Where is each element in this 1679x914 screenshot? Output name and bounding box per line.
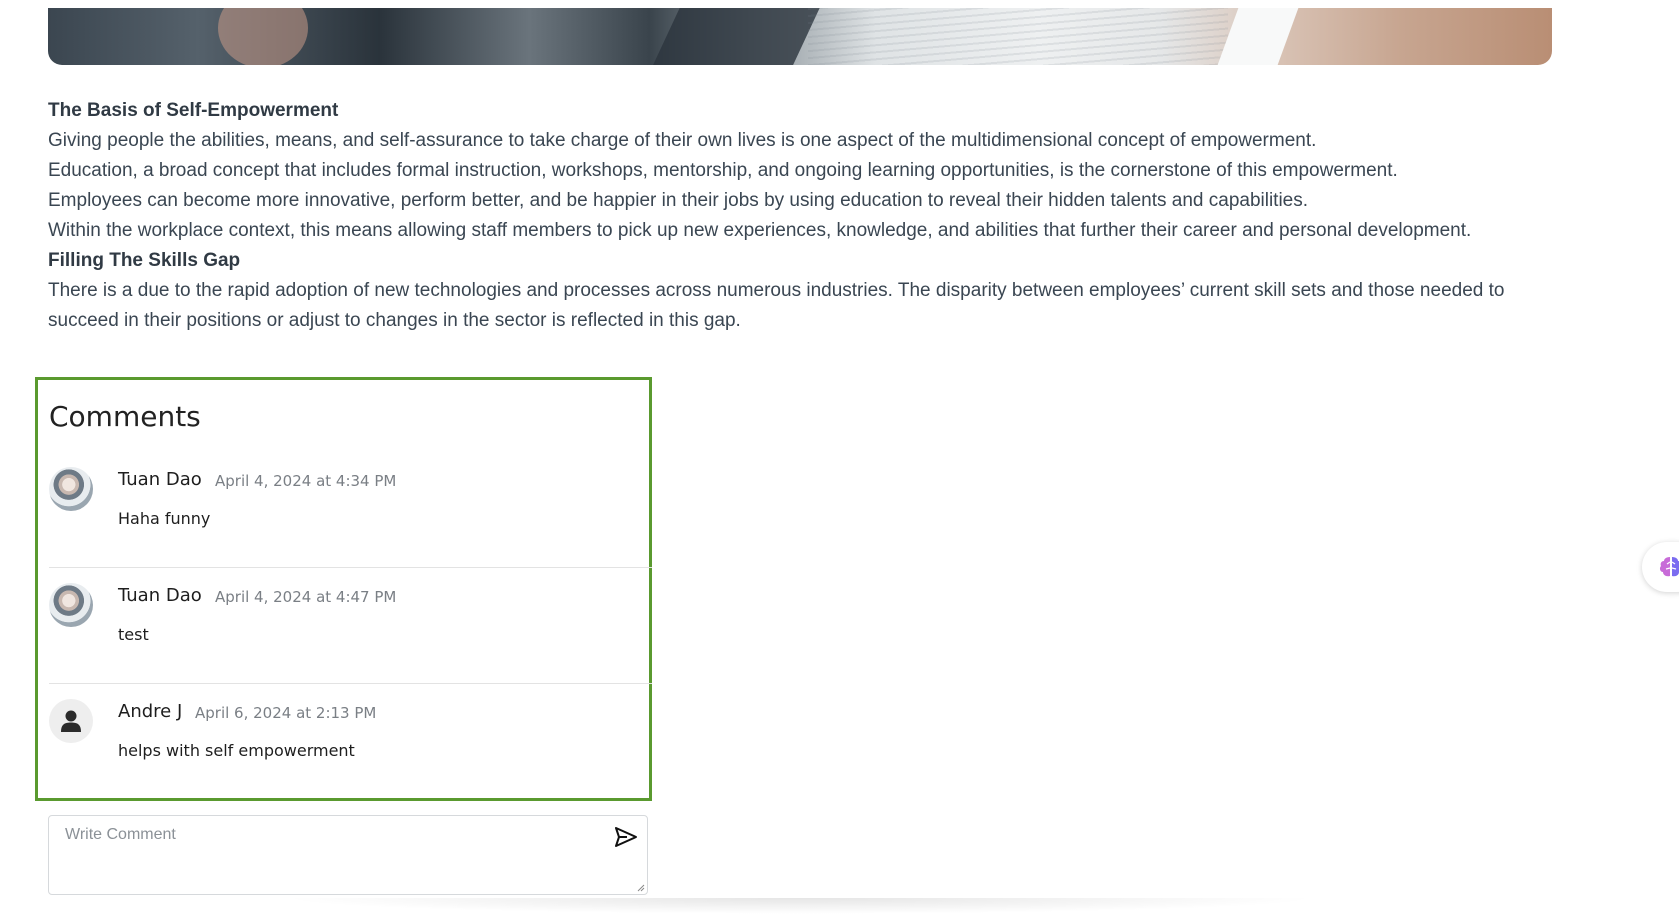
comment-text: test <box>118 625 149 644</box>
comment-author[interactable]: Andre J <box>118 701 182 722</box>
paragraph: Giving people the abilities, means, and … <box>48 130 1317 151</box>
section-heading: Filling The Skills Gap <box>48 250 241 271</box>
comment-text: Haha funny <box>118 509 211 528</box>
write-comment-box <box>48 815 648 895</box>
paragraph: There is a due to the rapid adoption of … <box>48 280 1505 331</box>
paragraph: Education, a broad concept that includes… <box>48 160 1398 181</box>
avatar[interactable] <box>49 699 93 743</box>
paragraph: Employees can become more innovative, pe… <box>48 190 1309 211</box>
comment-author[interactable]: Tuan Dao <box>118 585 202 606</box>
comment-timestamp: April 4, 2024 at 4:34 PM <box>215 472 397 490</box>
section-heading: The Basis of Self-Empowerment <box>48 100 339 121</box>
avatar[interactable] <box>49 583 93 627</box>
comments-section: Comments Tuan Dao April 4, 2024 at 4:34 … <box>35 377 652 801</box>
assistant-floating-button[interactable] <box>1642 542 1679 592</box>
comment-author[interactable]: Tuan Dao <box>118 469 202 490</box>
comment-timestamp: April 4, 2024 at 4:47 PM <box>215 588 397 606</box>
comments-title: Comments <box>49 400 201 433</box>
avatar[interactable] <box>49 467 93 511</box>
divider <box>49 683 652 684</box>
article-body: The Basis of Self-Empowerment Giving peo… <box>48 96 1568 336</box>
divider <box>49 567 652 568</box>
bottom-shadow <box>280 898 1320 914</box>
resize-handle-icon[interactable] <box>637 884 645 892</box>
brain-icon <box>1659 557 1679 577</box>
article-hero-image <box>48 8 1552 65</box>
write-comment-input[interactable] <box>49 816 647 894</box>
send-icon[interactable] <box>613 824 639 850</box>
comment-text: helps with self empowerment <box>118 741 355 760</box>
comment-timestamp: April 6, 2024 at 2:13 PM <box>195 704 377 722</box>
paragraph: Within the workplace context, this means… <box>48 220 1472 241</box>
default-user-icon <box>61 710 81 732</box>
